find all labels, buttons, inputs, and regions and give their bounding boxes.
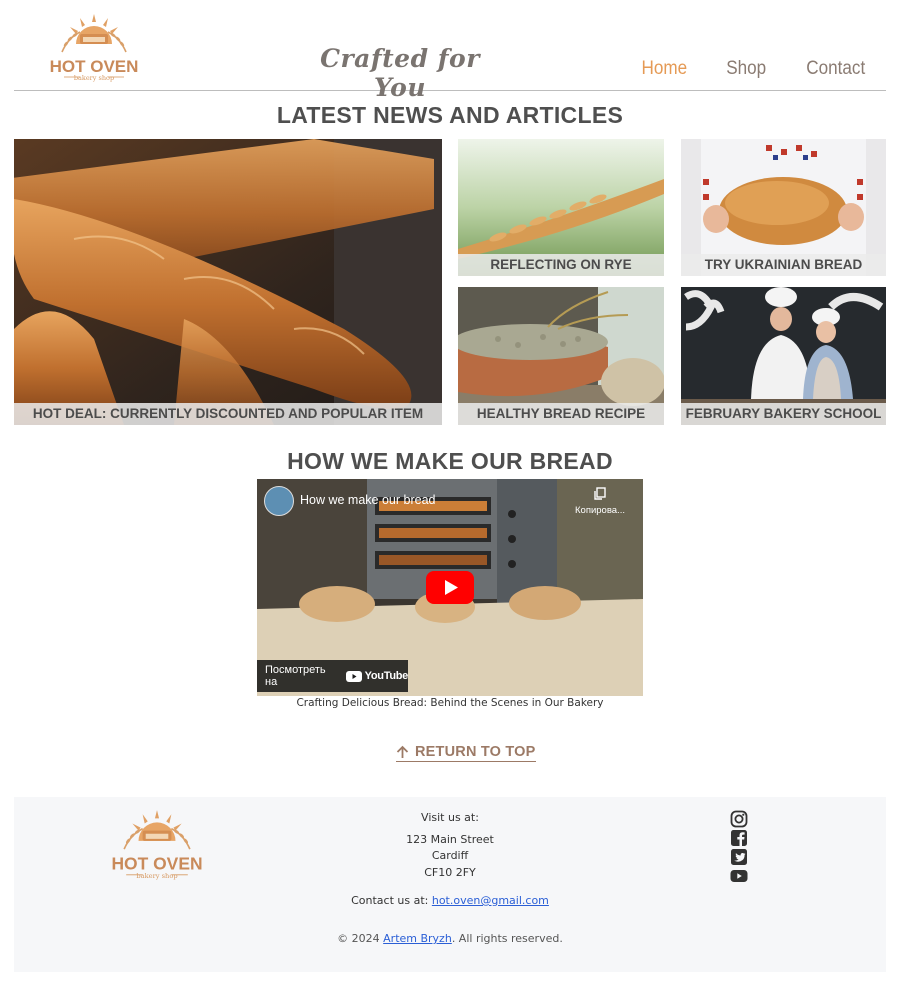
copy-link-button[interactable]: Копирова... bbox=[571, 487, 629, 516]
article-card-healthy-recipe[interactable]: HEALTHY BREAD RECIPE bbox=[458, 287, 664, 425]
copyright-suffix: . All rights reserved. bbox=[451, 932, 563, 945]
news-section-title: LATEST NEWS AND ARTICLES bbox=[276, 102, 624, 128]
watch-on-label: Посмотреть на bbox=[265, 664, 326, 688]
article-caption: HEALTHY BREAD RECIPE bbox=[458, 403, 664, 425]
nav-shop[interactable]: Shop bbox=[726, 58, 766, 80]
article-card-rye[interactable]: REFLECTING ON RYE bbox=[458, 139, 664, 276]
footer-logo[interactable]: HOT OVEN bakery shop bbox=[111, 806, 203, 882]
facebook-link[interactable] bbox=[730, 829, 748, 847]
article-caption: FEBRUARY BAKERY SCHOOL bbox=[681, 403, 886, 425]
nav-contact[interactable]: Contact bbox=[806, 58, 865, 80]
contact-label: Contact us at: bbox=[351, 894, 429, 907]
video-player[interactable]: How we make our bread Копирова... Посмот… bbox=[257, 479, 643, 696]
contact-line: Contact us at: hot.oven@gmail.com bbox=[300, 894, 600, 907]
social-links bbox=[730, 810, 750, 886]
facebook-icon bbox=[731, 830, 747, 846]
instagram-icon bbox=[730, 810, 748, 828]
twitter-icon bbox=[731, 849, 747, 865]
author-link[interactable]: Artem Bryzh bbox=[383, 932, 452, 945]
copy-link-label: Копирова... bbox=[575, 505, 625, 516]
video-section-title: HOW WE MAKE OUR BREAD bbox=[287, 448, 613, 474]
tagline: Crafted for You bbox=[320, 44, 480, 102]
article-caption: REFLECTING ON RYE bbox=[458, 254, 664, 276]
bakery-logo-icon: HOT OVEN bakery shop bbox=[111, 810, 203, 880]
article-caption: TRY UKRAINIAN BREAD bbox=[681, 254, 886, 276]
return-to-top-label: RETURN TO TOP bbox=[415, 744, 536, 760]
youtube-logo: YouTube bbox=[345, 670, 409, 682]
instagram-link[interactable] bbox=[730, 810, 748, 828]
nav-home[interactable]: Home bbox=[642, 58, 688, 80]
address-postcode: CF10 2FY bbox=[424, 866, 476, 879]
visit-us-label: Visit us at: bbox=[421, 811, 479, 824]
svg-text:bakery shop: bakery shop bbox=[74, 74, 114, 82]
address-street: 123 Main Street bbox=[406, 833, 494, 846]
channel-avatar[interactable] bbox=[264, 486, 294, 516]
watch-on-youtube-button[interactable]: Посмотреть на YouTube bbox=[257, 660, 408, 692]
copy-icon bbox=[594, 487, 606, 500]
article-caption: HOT DEAL: CURRENTLY DISCOUNTED AND POPUL… bbox=[14, 403, 442, 425]
youtube-link[interactable] bbox=[730, 867, 748, 885]
article-card-bakery-school[interactable]: FEBRUARY BAKERY SCHOOL bbox=[681, 287, 886, 425]
main-nav: Home Shop Contact bbox=[639, 58, 868, 80]
youtube-wordmark: YouTube bbox=[364, 670, 409, 682]
article-card-ukrainian[interactable]: TRY UKRAINIAN BREAD bbox=[681, 139, 886, 276]
article-card-hot-deal[interactable]: HOT DEAL: CURRENTLY DISCOUNTED AND POPUL… bbox=[14, 139, 442, 425]
site-header: HOT OVEN bakery shop Crafted for You Hom… bbox=[14, 0, 886, 102]
bakery-logo-icon: HOT OVEN bakery shop bbox=[50, 14, 138, 82]
logo[interactable]: HOT OVEN bakery shop bbox=[50, 10, 138, 84]
svg-text:bakery shop: bakery shop bbox=[136, 872, 177, 880]
svg-text:HOT OVEN: HOT OVEN bbox=[111, 854, 202, 874]
email-link[interactable]: hot.oven@gmail.com bbox=[432, 894, 549, 907]
youtube-icon bbox=[730, 870, 748, 882]
youtube-icon bbox=[345, 670, 362, 682]
twitter-link[interactable] bbox=[730, 848, 748, 866]
play-icon[interactable] bbox=[426, 571, 474, 604]
copyright-line: © 2024 Artem Bryzh. All rights reserved. bbox=[250, 932, 650, 945]
address-city: Cardiff bbox=[431, 849, 469, 862]
return-to-top-link[interactable]: RETURN TO TOP bbox=[396, 744, 536, 762]
site-footer: HOT OVEN bakery shop Visit us at: 123 Ma… bbox=[14, 797, 886, 972]
video-caption: Crafting Delicious Bread: Behind the Sce… bbox=[296, 697, 604, 709]
baguettes-image bbox=[14, 139, 442, 425]
arrow-up-icon bbox=[396, 745, 409, 758]
video-title[interactable]: How we make our bread bbox=[300, 493, 435, 507]
copyright-prefix: © 2024 bbox=[337, 932, 380, 945]
